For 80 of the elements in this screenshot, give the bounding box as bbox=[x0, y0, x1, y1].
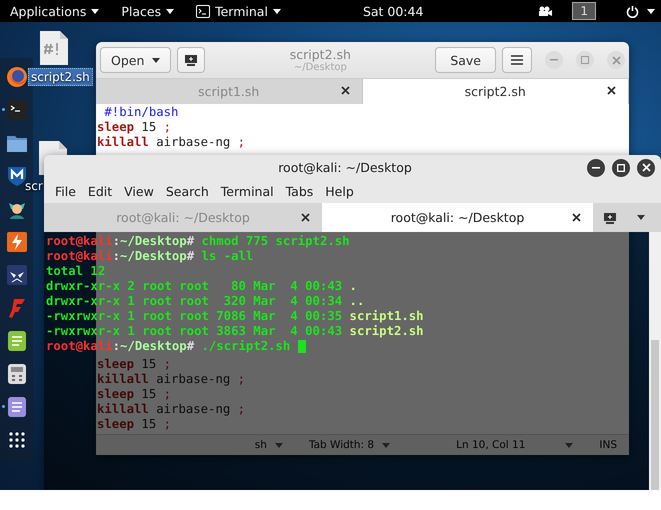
notepad-icon[interactable] bbox=[6, 330, 26, 352]
code-line: killall airbase-ng ; bbox=[97, 135, 246, 150]
calculator-icon[interactable] bbox=[6, 363, 26, 385]
open-button[interactable]: Open bbox=[100, 47, 172, 73]
caret-icon bbox=[274, 442, 283, 448]
code-line: sleep 15 ; bbox=[97, 357, 172, 372]
panel-menu[interactable]: Applications bbox=[10, 4, 100, 18]
power-icon[interactable] bbox=[626, 4, 639, 18]
apps-grid-icon[interactable] bbox=[8, 432, 24, 448]
file-listing-line: -rwxrwxr-x 1 root root 7086 Mar 4 00:35 script1.sh bbox=[46, 309, 425, 324]
menu-item[interactable]: Terminal bbox=[214, 184, 280, 199]
desktop-icon-label[interactable]: script2.sh bbox=[28, 68, 93, 86]
workspace-indicator[interactable]: 1 bbox=[572, 2, 596, 20]
mask-face-icon[interactable] bbox=[6, 264, 28, 286]
new-document-icon bbox=[184, 54, 198, 66]
maximize-button[interactable] bbox=[612, 158, 630, 176]
code-line: sleep 15 ; bbox=[97, 417, 172, 432]
close-icon bbox=[340, 86, 350, 95]
file-listing-line: drwxr-xr-x 2 root root 80 Mar 4 00:43 . bbox=[46, 279, 358, 294]
menu-item[interactable]: Tabs bbox=[280, 184, 320, 199]
caret-icon bbox=[565, 442, 574, 448]
terminal-command-line: root@kali:~/Desktop# ./script2.sh bbox=[46, 339, 649, 354]
panel-menu[interactable]: Places bbox=[121, 4, 174, 18]
caret-icon bbox=[152, 58, 160, 62]
document-icon[interactable] bbox=[6, 396, 26, 418]
code-line: sleep 15 ; bbox=[97, 120, 172, 135]
maximize-icon bbox=[581, 56, 589, 64]
caret-icon bbox=[382, 442, 390, 448]
folder-icon[interactable] bbox=[6, 133, 28, 153]
close-icon bbox=[572, 213, 581, 222]
close-icon bbox=[301, 213, 310, 222]
panel-menu[interactable]: Terminal bbox=[196, 4, 281, 18]
menu-button[interactable] bbox=[502, 47, 532, 73]
new-tab-icon bbox=[603, 212, 617, 224]
menu-item[interactable]: View bbox=[118, 184, 160, 199]
caret-icon bbox=[166, 8, 174, 14]
file-listing-line: drwxr-xr-x 1 root root 320 Mar 4 00:34 .. bbox=[46, 294, 366, 309]
code-line: killall airbase-ng ; bbox=[97, 372, 246, 387]
terminal-command-line: root@kali:~/Desktop# chmod 775 script2.sh bbox=[46, 234, 351, 249]
insert-mode-indicator: INS bbox=[599, 439, 617, 451]
caret-icon bbox=[272, 8, 281, 14]
clock[interactable]: Sat 00:44 bbox=[362, 4, 424, 18]
minimize-icon bbox=[550, 59, 558, 61]
terminal-tab[interactable]: root@kali: ~/Desktop bbox=[322, 203, 593, 232]
terminal-icon[interactable] bbox=[6, 99, 28, 121]
camera-icon[interactable] bbox=[538, 6, 552, 16]
close-icon bbox=[607, 86, 616, 95]
caret-icon bbox=[647, 8, 655, 14]
code-line: sleep 15 ; bbox=[97, 387, 172, 402]
file-listing-line: -rwxrwxr-x 1 root root 3863 Mar 4 00:43 script2.sh bbox=[46, 324, 425, 339]
menu-item[interactable]: Search bbox=[160, 184, 215, 199]
save-button[interactable]: Save bbox=[435, 47, 496, 73]
caret-icon bbox=[637, 215, 645, 220]
lightning-icon[interactable] bbox=[6, 231, 28, 253]
menu-icon bbox=[511, 55, 523, 65]
code-line: #!bin/bash bbox=[103, 105, 180, 120]
code-line: killall airbase-ng ; bbox=[97, 402, 246, 417]
menu-item[interactable]: Edit bbox=[82, 184, 118, 199]
desktop-icon-label[interactable]: scr bbox=[24, 178, 44, 194]
caret-icon bbox=[91, 8, 100, 14]
minimize-button[interactable] bbox=[587, 158, 605, 176]
script-file-icon[interactable] bbox=[39, 30, 69, 66]
new-tab-button[interactable] bbox=[177, 47, 206, 73]
minimize-icon bbox=[592, 166, 600, 168]
terminal-icon bbox=[196, 4, 210, 18]
close-button[interactable] bbox=[637, 158, 655, 176]
shield-m-icon[interactable] bbox=[6, 165, 26, 187]
window-title: script2.sh bbox=[290, 47, 351, 62]
menu-item[interactable]: File bbox=[49, 184, 82, 199]
close-icon bbox=[642, 163, 650, 172]
editor-tab[interactable]: script2.sh bbox=[362, 79, 629, 104]
close-icon bbox=[612, 56, 620, 64]
scrollbar[interactable] bbox=[649, 232, 661, 490]
flame-f-icon[interactable] bbox=[6, 297, 26, 319]
terminal-command-line: root@kali:~/Desktop# ls -all bbox=[46, 249, 254, 264]
maximize-icon bbox=[617, 164, 625, 172]
window-title: root@kali: ~/Desktop bbox=[277, 160, 413, 175]
menu-item[interactable]: Help bbox=[319, 184, 360, 199]
browser-globe-icon[interactable] bbox=[6, 66, 28, 88]
window-subtitle: ~/Desktop bbox=[294, 62, 347, 73]
